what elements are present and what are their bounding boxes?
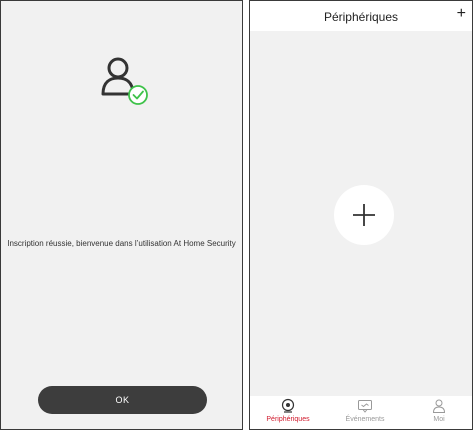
- tab-peripheriques[interactable]: Périphériques: [258, 398, 318, 423]
- message-icon: [358, 400, 372, 413]
- ok-button[interactable]: OK: [38, 386, 207, 414]
- add-device-button[interactable]: [334, 185, 394, 245]
- tab-label: Moi: [433, 416, 445, 423]
- user-success-icon: [101, 57, 148, 105]
- tab-evenements[interactable]: Événements: [335, 398, 395, 423]
- plus-icon: [353, 204, 375, 226]
- add-device-header-button[interactable]: +: [457, 5, 466, 23]
- devices-screen: Périphériques + Périphériques Événements: [249, 0, 473, 430]
- bottom-tab-bar: Périphériques Événements Moi: [250, 396, 472, 429]
- tab-label: Événements: [345, 416, 385, 423]
- camera-icon: [281, 398, 295, 413]
- success-message: Inscription réussie, bienvenue dans l’ut…: [7, 239, 236, 248]
- top-bar: Périphériques +: [250, 1, 472, 31]
- registration-success-screen: Inscription réussie, bienvenue dans l’ut…: [0, 0, 243, 430]
- user-icon: [432, 399, 446, 413]
- page-title: Périphériques: [323, 10, 399, 24]
- tab-label: Périphériques: [266, 416, 310, 423]
- tab-moi[interactable]: Moi: [409, 398, 469, 423]
